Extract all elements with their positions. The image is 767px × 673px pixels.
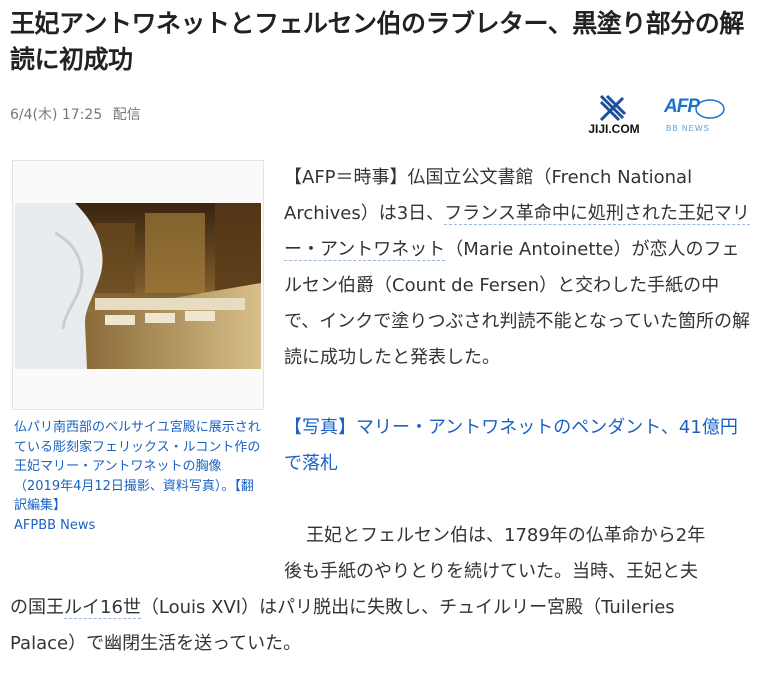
article-paragraph-2: 王妃とフェルセン伯は、1789年の仏革命から2年 後も手紙のやりとりを続けていた… xyxy=(10,518,754,662)
article-line: 王妃とフェルセン伯は、1789年の仏革命から2年 xyxy=(306,525,706,546)
article-text: の国王 xyxy=(10,597,64,618)
distribution-label: 配信 xyxy=(112,107,141,123)
palace-bust-image xyxy=(15,203,261,369)
louis-xvi-link[interactable]: ルイ16世 xyxy=(64,597,141,619)
publish-date: 6/4(木) 17:25 xyxy=(10,107,103,123)
afpbb-logo[interactable]: AFP BB NEWS xyxy=(660,94,730,138)
jiji-logo-text: JIJI.COM xyxy=(588,122,640,136)
article-photo[interactable] xyxy=(15,203,261,369)
jiji-logo[interactable]: JIJI.COM xyxy=(581,94,647,138)
jiji-mark-icon xyxy=(599,94,627,122)
article-line: Palace）で幽閉生活を送っていた。 xyxy=(10,633,302,654)
article-body-first: 【AFP＝時事】仏国立公文書館（French National Archives… xyxy=(284,160,754,376)
article-headline: 王妃アントワネットとフェルセン伯のラブレター、黒塗り部分の解読に初成功 xyxy=(10,9,744,74)
article-meta: 6/4(木) 17:25 配信 xyxy=(10,104,147,124)
article-paragraph-1: 【AFP＝時事】仏国立公文書館（French National Archives… xyxy=(284,160,754,376)
afp-logo-subtext: BB NEWS xyxy=(666,124,710,133)
article-photo-frame[interactable] xyxy=(12,160,264,410)
article-text: （Louis XVI）はパリ脱出に失敗し、チュイルリー宮殿（Tuileries xyxy=(140,597,675,618)
afp-logo-text: AFP xyxy=(664,96,700,117)
related-photo-link[interactable]: 【写真】マリー・アントワネットのペンダント、41億円で落札 xyxy=(284,410,754,482)
photo-caption-text: 仏パリ南西部のベルサイユ宮殿に展示されている彫刻家フェリックス・ルコント作の王妃… xyxy=(14,420,261,513)
article-line: の国王ルイ16世（Louis XVI）はパリ脱出に失敗し、チュイルリー宮殿（Tu… xyxy=(10,590,754,626)
article-line: 後も手紙のやりとりを続けていた。当時、王妃と夫 xyxy=(284,561,698,582)
